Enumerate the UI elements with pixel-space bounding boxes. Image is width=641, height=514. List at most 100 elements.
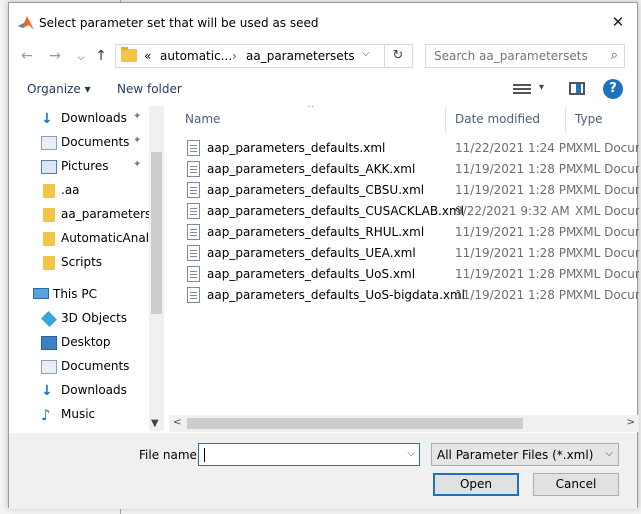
file-row[interactable]: aap_parameters_defaults_AKK.xml 11/19/20… — [187, 159, 639, 180]
sidebar-item-documents-pinned[interactable]: Documents ✦ — [9, 132, 149, 154]
file-name-combobox[interactable]: ⌵ — [198, 443, 420, 466]
column-header-date-modified[interactable]: Date modified — [455, 112, 540, 140]
column-header-name[interactable]: Name — [185, 112, 220, 140]
refresh-button[interactable]: ↻ — [384, 45, 411, 67]
file-list-horizontal-scrollbar[interactable]: < > — [169, 415, 639, 432]
search-input[interactable] — [432, 48, 596, 64]
file-date: 11/19/2021 1:28 PM — [455, 288, 577, 302]
up-button[interactable]: ↑ — [91, 45, 111, 67]
file-date: 11/19/2021 1:28 PM — [455, 225, 577, 239]
text-caret — [204, 448, 205, 462]
xml-file-icon — [187, 182, 200, 198]
file-name-label: File name: — [139, 448, 201, 462]
scroll-right-icon[interactable]: > — [627, 417, 635, 428]
close-button[interactable]: ✕ — [605, 9, 631, 35]
sidebar-item-label: AutomaticAnaly — [61, 231, 157, 245]
search-box[interactable]: ⌕ — [425, 44, 625, 68]
breadcrumb-aa-parametersets[interactable]: aa_parametersets — [246, 49, 355, 63]
sidebar-item-label: .aa — [61, 183, 80, 197]
pin-icon: ✦ — [133, 111, 142, 122]
open-button[interactable]: Open — [433, 473, 519, 496]
breadcrumb-separator-icon[interactable]: › — [232, 49, 237, 63]
view-options-icon[interactable] — [513, 82, 531, 96]
sidebar-item-aa[interactable]: .aa — [9, 180, 149, 202]
new-folder-button[interactable]: New folder — [117, 82, 182, 96]
folder-icon — [43, 208, 55, 222]
desktop-icon — [41, 336, 57, 350]
file-row[interactable]: aap_parameters_defaults_CUSACKLAB.xml 9/… — [187, 201, 639, 222]
help-icon[interactable]: ? — [603, 79, 623, 99]
sidebar-item-scripts[interactable]: Scripts — [9, 252, 149, 274]
file-date: 11/22/2021 1:24 PM — [455, 141, 577, 155]
breadcrumb-automatic[interactable]: automatic... — [160, 49, 232, 63]
sidebar-item-pictures[interactable]: Pictures ✦ — [9, 156, 149, 178]
file-name: aap_parameters_defaults_CUSACKLAB.xml — [207, 204, 464, 218]
command-bar: Organize ▾ New folder ▾ ? — [9, 73, 637, 105]
sidebar-item-documents[interactable]: Documents — [9, 356, 149, 378]
file-row[interactable]: aap_parameters_defaults.xml 11/22/2021 1… — [187, 138, 639, 159]
column-header-type[interactable]: Type — [575, 112, 603, 140]
sidebar-item-label: Pictures — [61, 159, 109, 173]
close-icon: ✕ — [611, 13, 625, 31]
navigation-pane-scrollbar[interactable]: ▼ — [149, 106, 164, 431]
cancel-button[interactable]: Cancel — [533, 473, 619, 496]
pin-icon: ✦ — [133, 159, 142, 170]
sidebar-item-desktop[interactable]: Desktop — [9, 332, 149, 354]
scrollbar-thumb[interactable] — [187, 418, 523, 429]
scroll-left-icon[interactable]: < — [173, 417, 181, 428]
address-dropdown-icon[interactable]: ⌵ — [362, 48, 370, 59]
file-type: XML Document — [575, 288, 639, 302]
sidebar-item-music[interactable]: ♪ Music — [9, 404, 149, 426]
file-name-dropdown-icon[interactable]: ⌵ — [407, 448, 415, 459]
sidebar-item-aa-parametersets[interactable]: aa_parameterset — [9, 204, 163, 226]
file-date: 11/19/2021 1:28 PM — [455, 162, 577, 176]
sidebar-item-3d-objects[interactable]: 3D Objects — [9, 308, 149, 330]
xml-file-icon — [187, 203, 200, 219]
forward-button[interactable]: → — [45, 45, 65, 67]
file-type: XML Document — [575, 183, 639, 197]
documents-icon — [41, 136, 57, 150]
file-name-input[interactable] — [203, 447, 397, 463]
file-row[interactable]: aap_parameters_defaults_UoS.xml 11/19/20… — [187, 264, 639, 285]
organize-button[interactable]: Organize ▾ — [27, 82, 91, 96]
pin-icon: ✦ — [133, 135, 142, 146]
sidebar-item-label: Scripts — [61, 255, 103, 269]
preview-pane-icon[interactable] — [569, 82, 585, 95]
this-pc-icon — [33, 288, 49, 299]
scroll-down-icon[interactable]: ▼ — [151, 418, 159, 429]
title-bar: Select parameter set that will be used a… — [9, 3, 637, 41]
sidebar-item-label: Documents — [61, 135, 130, 149]
sidebar-item-automaticanalysis[interactable]: AutomaticAnaly — [9, 228, 156, 250]
file-type-value: All Parameter Files (*.xml) — [437, 448, 594, 462]
sidebar-item-this-pc[interactable]: This PC — [9, 284, 149, 306]
sidebar-item-label: Documents — [61, 359, 130, 373]
breadcrumb-overflow[interactable]: « — [144, 49, 151, 63]
file-row[interactable]: aap_parameters_defaults_CBSU.xml 11/19/2… — [187, 180, 639, 201]
xml-file-icon — [187, 161, 200, 177]
file-type: XML Document — [575, 267, 639, 281]
address-bar[interactable]: « automatic... › aa_parametersets ⌵ ↻ — [115, 44, 413, 68]
matlab-icon — [18, 16, 34, 30]
file-row[interactable]: aap_parameters_defaults_UoS-bigdata.xml … — [187, 285, 639, 306]
column-separator[interactable] — [445, 106, 446, 134]
scrollbar-thumb[interactable] — [151, 152, 162, 314]
sidebar-item-label: This PC — [53, 287, 97, 301]
file-row[interactable]: aap_parameters_defaults_RHUL.xml 11/19/2… — [187, 222, 639, 243]
sort-ascending-icon: ^ — [307, 106, 315, 114]
sidebar-item-downloads[interactable]: ↓ Downloads — [9, 380, 149, 402]
3d-objects-icon — [41, 311, 57, 327]
view-options-dropdown[interactable]: ▾ — [539, 82, 544, 93]
file-type-select[interactable]: All Parameter Files (*.xml) ⌵ — [431, 443, 619, 466]
file-name: aap_parameters_defaults_CBSU.xml — [207, 183, 425, 197]
file-name: aap_parameters_defaults_AKK.xml — [207, 162, 416, 176]
sidebar-item-downloads-pinned[interactable]: ↓ Downloads ✦ — [9, 108, 149, 130]
file-name: aap_parameters_defaults_UEA.xml — [207, 246, 416, 260]
column-separator[interactable] — [565, 106, 566, 134]
recent-locations-button[interactable]: ⌵ — [71, 45, 91, 67]
xml-file-icon — [187, 224, 200, 240]
downloads-icon: ↓ — [41, 383, 53, 399]
file-row[interactable]: aap_parameters_defaults_UEA.xml 11/19/20… — [187, 243, 639, 264]
forward-arrow-icon: → — [49, 48, 61, 64]
file-type: XML Document — [575, 246, 639, 260]
back-button[interactable]: ← — [17, 45, 37, 67]
